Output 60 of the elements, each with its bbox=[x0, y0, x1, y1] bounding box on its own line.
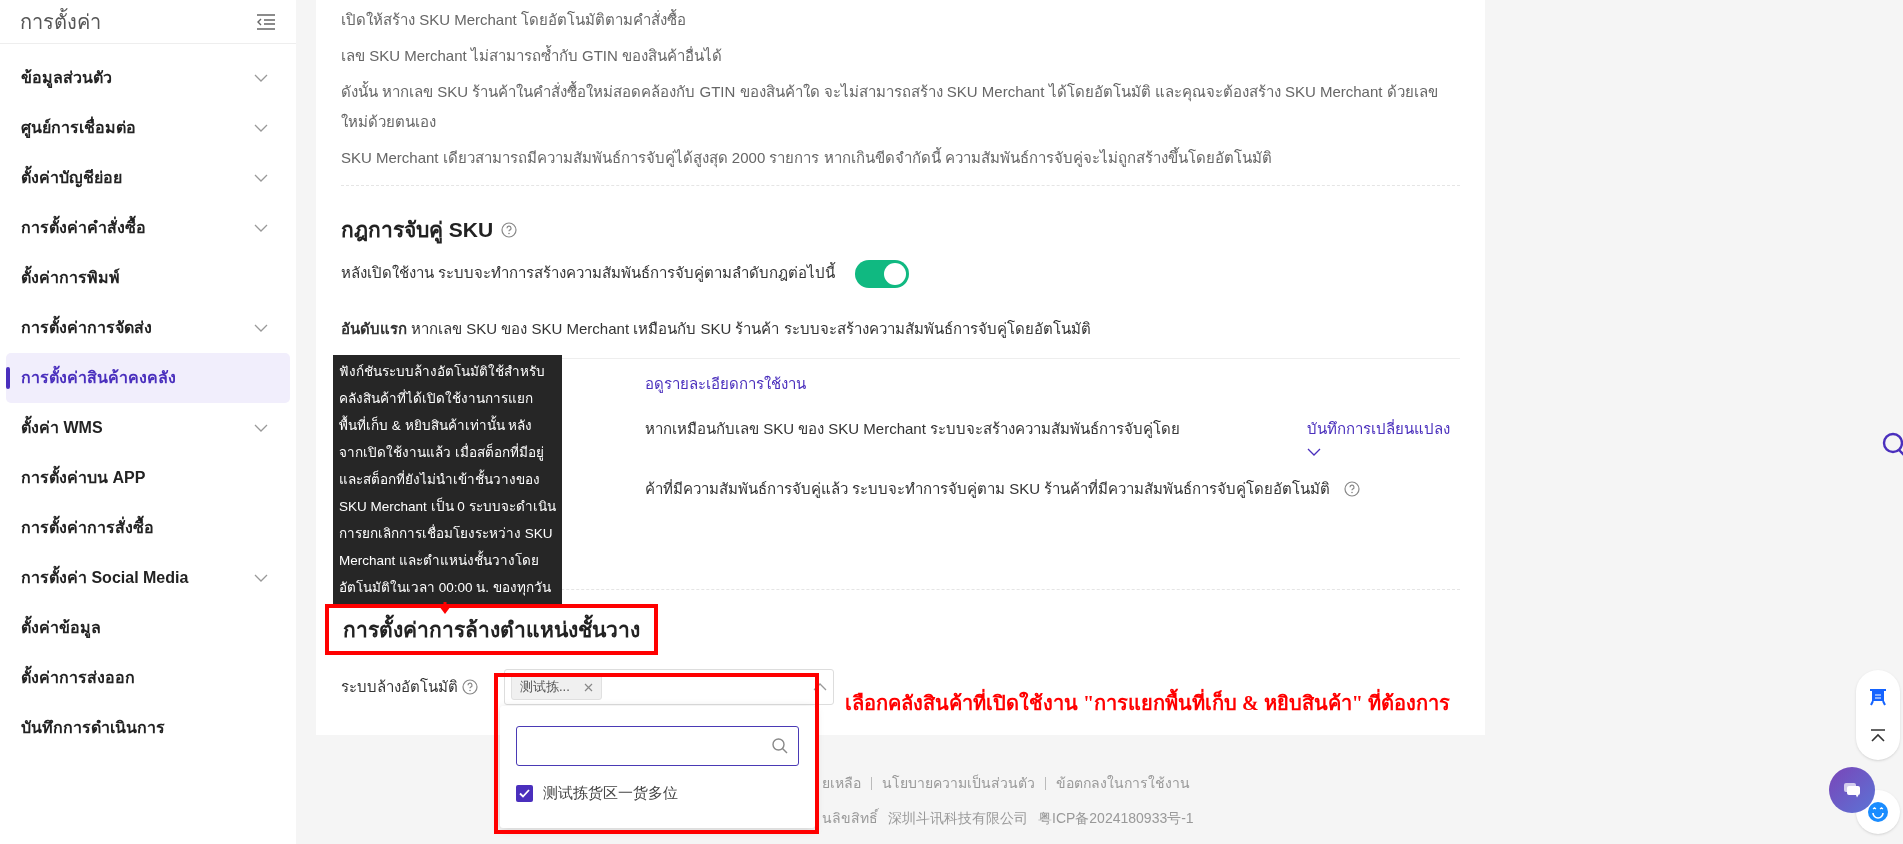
help-icon[interactable] bbox=[1344, 481, 1361, 498]
chevron-down-icon bbox=[254, 224, 268, 232]
toggle-switch[interactable] bbox=[855, 259, 910, 288]
help-icon[interactable] bbox=[501, 221, 518, 238]
section-heading: กฎการจับคู่ SKU bbox=[341, 214, 494, 246]
rule-text: ค้าที่มีความสัมพันธ์การจับคู่แล้ว ระบบจะทำการจับคู่ตาม SKU ร้านค้าที่มีความสัมพันธ์การจับคู่โดยอัตโนมัติ bbox=[645, 478, 1331, 500]
back-to-top-icon[interactable] bbox=[1870, 728, 1886, 743]
sidebar-item[interactable]: ตั้งค่าการส่งออก bbox=[6, 653, 290, 703]
sidebar-item[interactable]: ตั้งค่า WMS bbox=[6, 403, 290, 453]
info-text: เปิดให้สร้าง SKU Merchant โดยอัตโนมัติตามคำสั่งซื้อ bbox=[341, 8, 687, 30]
search-field[interactable] bbox=[516, 726, 799, 766]
info-text: เลข SKU Merchant ไม่สามารถซ้ำกับ GTIN ของสินค้าอื่นได้ bbox=[341, 44, 724, 66]
option-label[interactable]: 测试拣货区一货多位 bbox=[543, 782, 678, 805]
sidebar-item[interactable]: ตั้งค่าข้อมูล bbox=[6, 603, 290, 653]
check-icon bbox=[519, 788, 530, 798]
chevron-down-icon bbox=[254, 574, 268, 582]
field-label: ระบบล้างอัตโนมัติ bbox=[341, 676, 458, 697]
sidebar-item[interactable]: บันทึกการดำเนินการ bbox=[6, 703, 290, 753]
info-text: ดังนั้น หากเลข SKU ร้านค้าในคำสั่งซื้อใหม่สอดคล้องกับ GTIN ของสินค้าใด จะไม่สามารถสร้าง SKU Merchant ได้โดยอัตโนมัติ และคุณจะต้องสร้าง SKU Merchant ด้วยเลขใหม่ด้วยตนเอง bbox=[341, 80, 1439, 132]
chat-icon bbox=[1843, 782, 1861, 798]
rule-text: หากเหมือนกับเลข SKU ของ SKU Merchant ระบบจะสร้างความสัมพันธ์การจับคู่โดย bbox=[645, 418, 1181, 440]
sidebar-item[interactable]: ตั้งค่าบัญชีย่อย bbox=[6, 153, 290, 203]
sidebar-item[interactable]: ศูนย์การเชื่อมต่อ bbox=[6, 103, 290, 153]
sidebar-item[interactable]: การตั้งค่าคำสั่งซื้อ bbox=[6, 203, 290, 253]
copyright-text: 深圳斗讯科技有限公司 bbox=[888, 809, 1028, 828]
tooltip: ฟังก์ชันระบบล้างอัตโนมัติใช้สำหรับคลังสินค้าที่ได้เปิดใช้งานการแยกพื้นที่เก็บ & หยิบสินค้าเท่านั้น หลังจากเปิดใช้งานแล้ว เมื่อสต็อกที่มีอยู่และสต็อกที่ยังไม่นำเข้าชั้นวางของ SKU Merchant เป็น 0 ระบบจะดำเนินการยกเลิกการเชื่อมโยงระหว่าง SKU Merchant และตำแหน่งชั้นวางโดยอัตโนมัติในเวลา 00:00 น. ของทุกวัน bbox=[333, 355, 562, 604]
close-icon[interactable] bbox=[583, 682, 593, 692]
sidebar-item[interactable]: ข้อมูลส่วนตัว bbox=[6, 53, 290, 103]
sidebar-item[interactable]: การตั้งค่าการสั่งซื้อ bbox=[6, 503, 290, 553]
section-heading: การตั้งค่าการล้างตำแหน่งชั้นวาง bbox=[325, 603, 658, 655]
rule-text: อันดับแรก หากเลข SKU ของ SKU Merchant เหมือนกับ SKU ร้านค้า ระบบจะสร้างความสัมพันธ์การจับคู่โดยอัตโนมัติ bbox=[341, 318, 1092, 340]
easel-icon[interactable] bbox=[1869, 687, 1887, 706]
chevron-down-icon bbox=[254, 124, 268, 132]
search-icon bbox=[772, 738, 788, 754]
sidebar-item[interactable]: การตั้งค่าสินค้าคงคลัง bbox=[6, 353, 290, 403]
chevron-down-icon bbox=[254, 74, 268, 82]
sidebar-item[interactable]: การตั้งค่า Social Media bbox=[6, 553, 290, 603]
toggle-label: หลังเปิดใช้งาน ระบบจะทำการสร้างความสัมพันธ์การจับคู่ตามลำดับกฎต่อไปนี้ bbox=[341, 262, 836, 284]
usage-link[interactable]: อดูรายละเอียดการใช้งาน bbox=[645, 373, 1460, 396]
sidebar-title: การตั้งค่า bbox=[20, 7, 101, 35]
chevron-up-icon bbox=[813, 683, 827, 691]
chevron-down-icon bbox=[254, 324, 268, 332]
history-link[interactable]: บันทึกการเปลี่ยนแปลง bbox=[1307, 417, 1450, 440]
copyright-text: นลิขสิทธิ์ bbox=[822, 808, 878, 828]
search-icon[interactable] bbox=[1881, 432, 1903, 458]
checkbox[interactable] bbox=[516, 784, 533, 802]
annotation-text: เลือกคลังสินค้าที่เปิดใช้งาน "การแยกพื้นที่เก็บ & หยิบสินค้า" ที่ต้องการ bbox=[845, 688, 1450, 718]
sidebar-item[interactable]: การตั้งค่าการจัดส่ง bbox=[6, 303, 290, 353]
collapse-menu-icon[interactable] bbox=[256, 13, 276, 30]
help-icon[interactable] bbox=[462, 679, 478, 695]
sidebar-item[interactable]: การตั้งค่าบน APP bbox=[6, 453, 290, 503]
warehouse-select[interactable]: 测试拣... bbox=[504, 669, 834, 705]
info-text: SKU Merchant เดียวสามารถมีความสัมพันธ์การจับคู่ได้สูงสุด 2000 รายการ หากเกินขีดจำกัดนี้ ความสัมพันธ์การจับคู่จะไม่ถูกสร้างขึ้นโดยอัตโนมัติ bbox=[341, 146, 1273, 170]
smiley-icon bbox=[1867, 801, 1889, 823]
chat-button[interactable] bbox=[1829, 767, 1875, 813]
chevron-down-icon[interactable] bbox=[1307, 448, 1321, 456]
sidebar-item[interactable]: ตั้งค่าการพิมพ์ bbox=[6, 253, 290, 303]
chevron-down-icon bbox=[254, 174, 268, 182]
chevron-down-icon bbox=[254, 424, 268, 432]
copyright-text: 粤ICP备2024180933号-1 bbox=[1038, 809, 1194, 828]
